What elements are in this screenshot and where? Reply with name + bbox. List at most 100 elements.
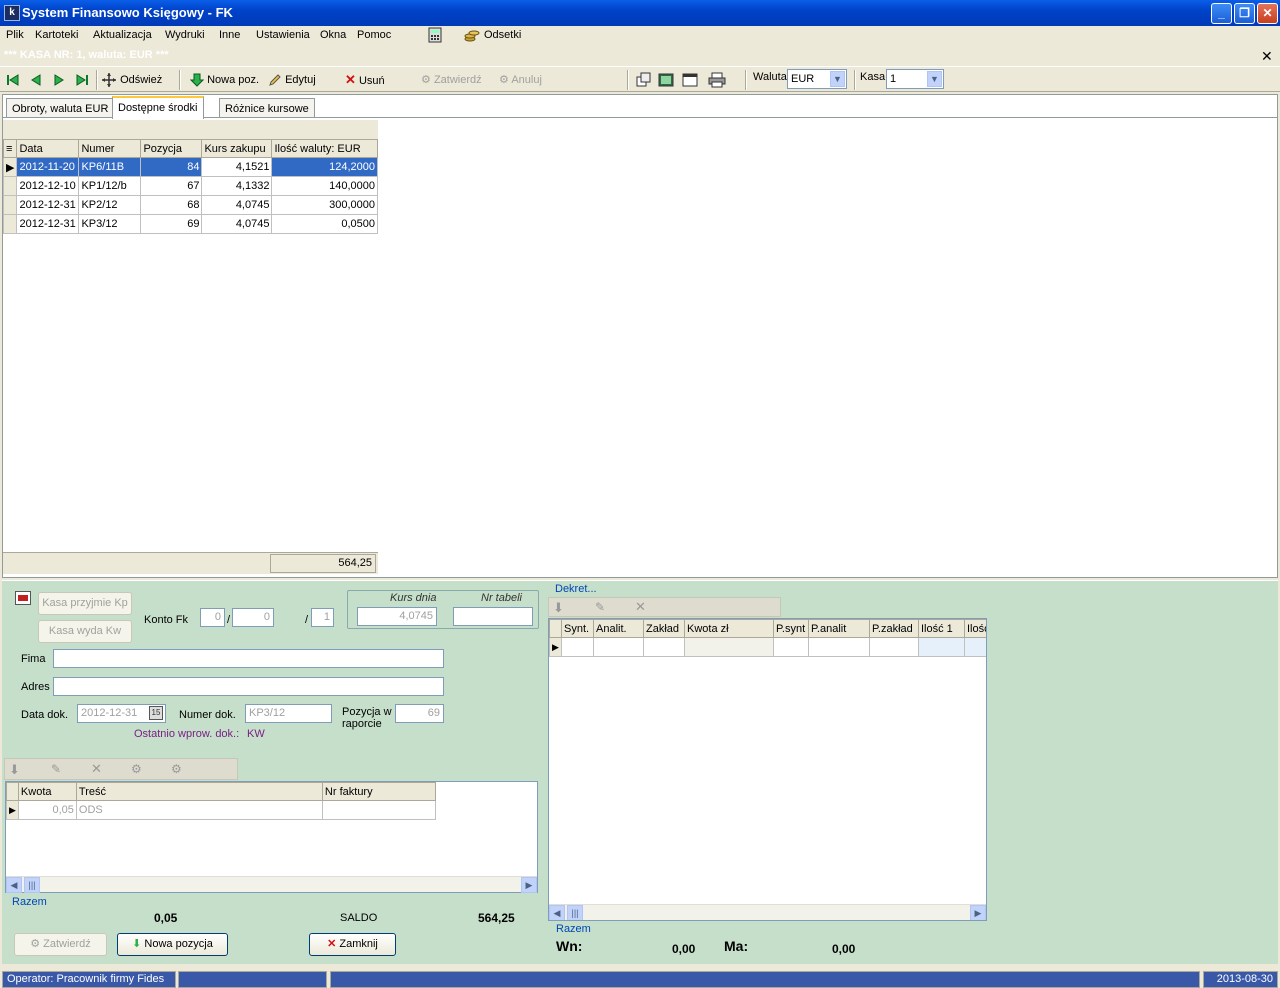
col-ilosc-1[interactable]: Ilość 1 xyxy=(918,619,965,638)
pencil-icon[interactable]: ✎ xyxy=(595,600,605,614)
dekret-label[interactable]: Dekret... xyxy=(555,583,597,595)
col-ilosc[interactable]: Ilość waluty: EUR xyxy=(271,139,378,158)
kasa-wyda-button[interactable]: Kasa wyda Kw xyxy=(38,620,132,643)
menu-odsetki[interactable]: Odsetki xyxy=(484,29,521,41)
table-row[interactable]: ▶ xyxy=(549,637,986,657)
scroll-thumb[interactable]: ||| xyxy=(24,877,40,893)
scroll-left-icon[interactable]: ◀ xyxy=(6,877,22,893)
grid-menu-icon[interactable]: ≡ xyxy=(2,139,18,158)
odsetki-icon xyxy=(464,27,480,46)
document-type-icon[interactable] xyxy=(15,591,31,605)
col-p-analit[interactable]: P.analit xyxy=(808,619,870,638)
konto-fk-3[interactable]: 1 xyxy=(311,608,334,627)
dekret-scrollbar[interactable]: ◀ ||| ▶ xyxy=(549,904,986,920)
items-scrollbar[interactable]: ◀ ||| ▶ xyxy=(6,876,537,893)
menu-okna[interactable]: Okna xyxy=(320,29,346,41)
menu-aktualizacja[interactable]: Aktualizacja xyxy=(93,29,152,41)
col-zaklad[interactable]: Zakład xyxy=(643,619,685,638)
pencil-icon[interactable]: ✎ xyxy=(51,762,61,776)
window-icon[interactable] xyxy=(682,70,698,90)
numer-dok-field[interactable]: KP3/12 xyxy=(245,704,332,723)
col-analit[interactable]: Analit. xyxy=(593,619,644,638)
printer-icon[interactable] xyxy=(708,70,726,90)
refresh-label: Odśwież xyxy=(120,74,163,86)
cell: 4,0745 xyxy=(201,214,273,234)
nowa-pozycja-button[interactable]: ⬇ Nowa pozycja xyxy=(117,933,228,956)
col-ilosc-2[interactable]: Ilość xyxy=(964,619,986,638)
table-row[interactable]: ▶ 2012-11-20 KP6/11B 84 4,1521 124,2000 xyxy=(2,157,378,177)
kasa-przyjmie-button[interactable]: Kasa przyjmie Kp xyxy=(38,592,132,615)
scroll-right-icon[interactable]: ▶ xyxy=(521,877,537,893)
edit-button[interactable]: Edytuj xyxy=(268,70,316,90)
konto-fk-1[interactable]: 0 xyxy=(200,608,225,627)
table-row[interactable]: 2012-12-31 KP3/12 69 4,0745 0,0500 xyxy=(2,214,378,234)
calendar-icon[interactable]: 15 xyxy=(149,706,163,720)
cash-select[interactable]: 1 ▼ xyxy=(886,69,944,89)
prev-record-icon[interactable] xyxy=(29,70,43,90)
tab-dostepne-srodki[interactable]: Dostępne środki xyxy=(112,96,204,119)
zatwierdz-button[interactable]: ⚙ Zatwierdź xyxy=(14,933,107,956)
tab-roznice-kursowe[interactable]: Różnice kursowe xyxy=(219,98,315,118)
confirm-icon[interactable]: ⚙ xyxy=(131,762,142,776)
delete-icon[interactable]: ✕ xyxy=(635,599,646,615)
windows-icon[interactable] xyxy=(636,70,652,90)
calculator-icon[interactable] xyxy=(427,27,443,46)
first-record-icon[interactable] xyxy=(6,70,20,90)
confirm-button[interactable]: ⚙ Zatwierdź xyxy=(421,70,482,90)
scroll-thumb[interactable]: ||| xyxy=(567,905,583,920)
scroll-right-icon[interactable]: ▶ xyxy=(970,905,986,920)
wn-value: 0,00 xyxy=(672,942,696,956)
scroll-left-icon[interactable]: ◀ xyxy=(549,905,565,920)
delete-button[interactable]: ✕ Usuń xyxy=(345,70,385,90)
arrow-down-icon[interactable]: ⬇ xyxy=(553,600,564,616)
menu-plik[interactable]: Plik xyxy=(6,29,24,41)
col-numer[interactable]: Numer xyxy=(78,139,142,158)
kurs-dnia-field[interactable]: 4,0745 xyxy=(357,607,437,626)
menu-kartoteki[interactable]: Kartoteki xyxy=(35,29,78,41)
last-record-icon[interactable] xyxy=(75,70,89,90)
data-dok-field[interactable]: 2012-12-31 15 xyxy=(77,704,166,723)
chevron-down-icon: ▼ xyxy=(830,71,845,87)
col-synt[interactable]: Synt. xyxy=(561,619,594,638)
confirm-label: Zatwierdź xyxy=(433,74,482,86)
cancel-button[interactable]: ⚙ Anuluj xyxy=(499,70,542,90)
subwindow-close-icon[interactable]: ✕ xyxy=(1261,48,1273,65)
col-tresc[interactable]: Treść xyxy=(75,782,323,801)
menu-ustawienia[interactable]: Ustawienia xyxy=(256,29,310,41)
zamknij-button[interactable]: ✕ Zamknij xyxy=(309,933,396,956)
currency-select[interactable]: EUR ▼ xyxy=(787,69,847,89)
firma-field[interactable] xyxy=(53,649,444,668)
col-kurs[interactable]: Kurs zakupu xyxy=(201,139,273,158)
dekret-razem-label: Razem xyxy=(556,923,591,935)
col-nr-faktury[interactable]: Nr faktury xyxy=(321,782,437,801)
cell[interactable]: 4,1521 xyxy=(201,157,273,177)
konto-fk-2[interactable]: 0 xyxy=(232,608,274,627)
screen-icon[interactable] xyxy=(658,70,674,90)
col-data[interactable]: Data xyxy=(16,139,80,158)
menu-wydruki[interactable]: Wydruki xyxy=(165,29,205,41)
col-p-synt[interactable]: P.synt xyxy=(773,619,809,638)
next-record-icon[interactable] xyxy=(52,70,66,90)
nr-tabeli-field[interactable] xyxy=(453,607,533,626)
cell: 140,0000 xyxy=(271,176,378,196)
col-p-zaklad[interactable]: P.zakład xyxy=(869,619,919,638)
restore-button[interactable]: ❐ xyxy=(1234,3,1255,24)
menu-inne[interactable]: Inne xyxy=(219,29,240,41)
col-kwota[interactable]: Kwota xyxy=(17,782,77,801)
col-pozycja[interactable]: Pozycja xyxy=(140,139,203,158)
arrow-down-icon[interactable]: ⬇ xyxy=(9,762,20,778)
close-button[interactable]: ✕ xyxy=(1257,3,1278,24)
cancel-icon[interactable]: ⚙ xyxy=(171,762,182,776)
adres-field[interactable] xyxy=(53,677,444,696)
table-row[interactable]: 2012-12-31 KP2/12 68 4,0745 300,0000 xyxy=(2,195,378,215)
col-kwota-zl[interactable]: Kwota zł xyxy=(684,619,774,638)
menu-pomoc[interactable]: Pomoc xyxy=(357,29,391,41)
minimize-button[interactable]: _ xyxy=(1211,3,1232,24)
pozycja-field[interactable]: 69 xyxy=(395,704,444,723)
delete-icon[interactable]: ✕ xyxy=(91,761,102,777)
tab-obroty[interactable]: Obroty, waluta EUR xyxy=(6,98,115,118)
new-button[interactable]: Nowa poz. xyxy=(190,70,259,90)
table-row[interactable]: 2012-12-10 KP1/12/b 67 4,1332 140,0000 xyxy=(2,176,378,196)
table-row[interactable]: ▶ 0,05 ODS xyxy=(6,800,437,820)
refresh-button[interactable]: Odśwież xyxy=(101,70,162,90)
